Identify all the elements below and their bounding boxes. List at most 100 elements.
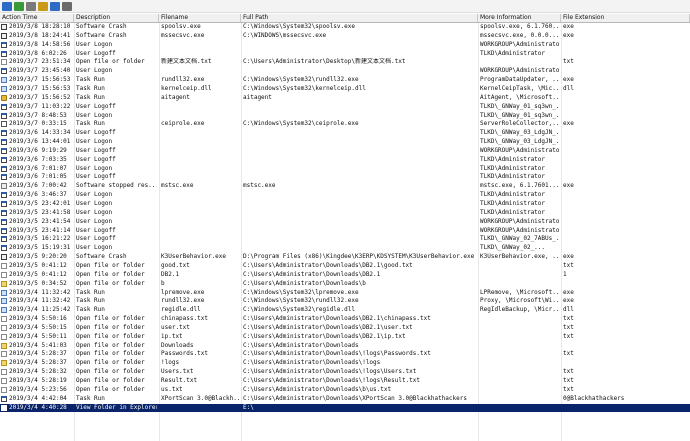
- cell-ext: [563, 67, 688, 75]
- table-row[interactable]: 2019/3/4 11:32:42 Task Run lpremove.exe C:\…: [0, 289, 690, 297]
- table-row-selected[interactable]: 2019/3/4 4:40:28 View Folder in Explorer E…: [0, 403, 690, 412]
- table-row[interactable]: 2019/3/5 23:41:14 User Logoff WORKGROUP\Ad…: [0, 227, 690, 235]
- cell-ext: [563, 244, 688, 252]
- table-row[interactable]: 2019/3/5 15:19:31 User Logon TLKD\_GNWay_0…: [0, 244, 690, 252]
- exit-icon[interactable]: [62, 1, 72, 11]
- cell-path: [243, 147, 476, 155]
- table-row[interactable]: 2019/3/6 13:44:01 User Logon TLKD\_GNWay_0…: [0, 138, 690, 146]
- app-icon: [1, 68, 7, 75]
- cell-file: [161, 67, 239, 75]
- cell-desc: User Logon: [76, 200, 113, 207]
- table-row[interactable]: 2019/3/5 9:20:20 Software Crash K3UserBeha…: [0, 253, 690, 261]
- cell-time: 2019/3/4 11:25:42: [9, 306, 71, 314]
- cell-time: 2019/3/8 6:02:26: [9, 49, 67, 57]
- table-row[interactable]: 2019/3/4 11:25:42 Task Run regidle.dll C:\W…: [0, 306, 690, 314]
- table-row[interactable]: 2019/3/6 7:03:35 User Logoff TLKD\Administ…: [0, 156, 690, 164]
- cell-file: [161, 218, 239, 226]
- table-row[interactable]: 2019/3/4 5:50:15 Open file or folder user.…: [0, 324, 690, 332]
- column-header-file[interactable]: Filename: [159, 14, 241, 22]
- column-header-desc[interactable]: Description: [74, 14, 159, 22]
- table-row[interactable]: 2019/3/6 7:01:05 User Logoff TLKD\Administ…: [0, 173, 690, 181]
- table-row[interactable]: 2019/3/4 5:50:11 Open file or folder ip.tx…: [0, 333, 690, 341]
- table-row[interactable]: 2019/3/8 14:58:56 User Logon WORKGROUP\Adm…: [0, 41, 690, 49]
- cell-path: C:\Windows\System32\kernelceip.dll: [243, 84, 366, 92]
- table-row[interactable]: 2019/3/5 23:41:54 User Logon WORKGROUP\Adm…: [0, 218, 690, 226]
- cell-time: 2019/3/8 18:28:10: [9, 23, 71, 30]
- table-row[interactable]: 2019/3/7 15:56:53 Task Run rundll32.exe C:\…: [0, 76, 690, 84]
- column-header-path[interactable]: Full Path: [241, 14, 478, 22]
- table-row[interactable]: 2019/3/6 3:46:37 User Logon TLKD\Administr…: [0, 191, 690, 199]
- table-row[interactable]: 2019/3/5 23:42:01 User Logon TLKD\Administ…: [0, 200, 690, 208]
- table-row[interactable]: 2019/3/4 5:28:32 Open file or folder Users…: [0, 368, 690, 376]
- cell-info: [480, 333, 559, 341]
- cell-path: [243, 173, 476, 181]
- cell-ext: 0@Blackhathackers: [563, 394, 625, 402]
- table-row[interactable]: 2019/3/7 23:51:34 Open file or folder 新建文本…: [0, 58, 690, 66]
- refresh-icon[interactable]: [14, 1, 24, 11]
- table-row[interactable]: 2019/3/4 5:28:37 Open file or folder !logs…: [0, 359, 690, 367]
- table-row[interactable]: 2019/3/7 15:56:53 Task Run kernelceip.dll C…: [0, 85, 690, 93]
- table-row[interactable]: 2019/3/5 0:41:12 Open file or folder good.…: [0, 262, 690, 270]
- table-row[interactable]: 2019/3/4 5:50:16 Open file or folder china…: [0, 315, 690, 323]
- cell-time: 2019/3/5 15:19:31: [9, 244, 71, 252]
- table-row[interactable]: 2019/3/7 11:03:22 User Logoff TLKD\_GNWay_…: [0, 103, 690, 111]
- cell-file: XPortScan 3.0@Blackh...: [161, 394, 239, 402]
- cell-info: [480, 271, 559, 279]
- table-row[interactable]: 2019/3/6 9:19:29 User Logoff WORKGROUP\Adm…: [0, 147, 690, 155]
- table-row[interactable]: 2019/3/4 11:32:42 Task Run rundll32.exe C:\…: [0, 297, 690, 305]
- cell-time: 2019/3/5 23:42:01: [9, 200, 71, 207]
- cell-desc: Open file or folder: [76, 279, 145, 287]
- log-table[interactable]: 2019/3/8 18:28:10 Software Crash spoolsv.e…: [0, 23, 690, 441]
- cell-desc: User Logoff: [76, 235, 116, 243]
- cell-ext: [563, 191, 688, 199]
- table-row[interactable]: 2019/3/7 8:48:53 User Logon TLKD\_GNWay_01…: [0, 112, 690, 120]
- table-row[interactable]: 2019/3/4 5:41:03 Open file or folder Downl…: [0, 342, 690, 350]
- table-row[interactable]: 2019/3/7 23:45:40 User Logon WORKGROUP\Adm…: [0, 67, 690, 75]
- cell-desc: Open file or folder: [76, 341, 145, 349]
- table-row[interactable]: 2019/3/5 16:21:22 User Logoff TLKD\_GNWay_…: [0, 235, 690, 243]
- save-icon[interactable]: [2, 1, 12, 11]
- copy-icon[interactable]: [26, 1, 36, 11]
- cell-desc: User Logon: [76, 111, 113, 119]
- table-row[interactable]: 2019/3/6 7:01:07 User Logon TLKD\Administr…: [0, 165, 690, 173]
- cell-ext: [563, 227, 688, 235]
- cell-path: [243, 103, 476, 111]
- app-icon: [1, 147, 7, 154]
- table-row[interactable]: 2019/3/8 18:24:41 Software Crash mssecsvc.…: [0, 32, 690, 40]
- cell-ext: [563, 129, 688, 137]
- table-row[interactable]: 2019/3/6 7:00:42 Software stopped res... m…: [0, 182, 690, 190]
- cell-time: 2019/3/6 7:00:42: [9, 182, 67, 190]
- cell-path: C:\Windows\System32\lpremove.exe: [243, 288, 359, 296]
- cell-path: [243, 156, 476, 164]
- table-row[interactable]: 2019/3/4 5:28:37 Open file or folder Passw…: [0, 350, 690, 358]
- lock-icon: [1, 94, 7, 101]
- cell-time: 2019/3/4 5:50:15: [9, 323, 67, 331]
- cell-file: chinapass.txt: [161, 315, 208, 323]
- column-header-info[interactable]: More Information: [478, 14, 561, 22]
- table-row[interactable]: 2019/3/4 5:28:19 Open file or folder Resul…: [0, 377, 690, 385]
- cell-desc: Open file or folder: [76, 270, 145, 278]
- cell-info: Proxy, \Microsoft\Wi...: [480, 297, 559, 305]
- cell-ext: [563, 404, 688, 412]
- properties-icon[interactable]: [38, 1, 48, 11]
- table-row[interactable]: 2019/3/5 0:41:12 Open file or folder DB2.1…: [0, 271, 690, 279]
- table-row[interactable]: 2019/3/5 23:41:58 User Logon TLKD\Administ…: [0, 209, 690, 217]
- table-row[interactable]: 2019/3/8 18:28:10 Software Crash spoolsv.e…: [0, 23, 690, 31]
- find-icon[interactable]: [50, 1, 60, 11]
- column-header-time[interactable]: Action Time: [0, 14, 74, 22]
- cell-path: [243, 67, 476, 75]
- table-row[interactable]: 2019/3/5 0:34:52 Open file or folder b C:\U…: [0, 280, 690, 288]
- table-row[interactable]: 2019/3/7 15:56:52 Task Run aitagent aitagen…: [0, 94, 690, 102]
- cell-ext: [563, 218, 688, 226]
- table-row[interactable]: 2019/3/7 0:33:15 Task Run ceiprole.exe C:\W…: [0, 120, 690, 128]
- cell-info: [480, 368, 559, 376]
- cell-desc: User Logoff: [76, 146, 116, 154]
- table-row[interactable]: 2019/3/8 6:02:26 User Logoff TLKD\Administ…: [0, 50, 690, 58]
- cell-time: 2019/3/6 7:03:35: [9, 155, 67, 163]
- cell-desc: Open file or folder: [76, 385, 145, 393]
- cell-info: TLKD\Administrator: [480, 155, 546, 163]
- table-row[interactable]: 2019/3/6 14:33:34 User Logoff TLKD\_GNWay_…: [0, 129, 690, 137]
- table-row[interactable]: 2019/3/4 4:42:04 Task Run XPortScan 3.0@Bl…: [0, 395, 690, 403]
- column-header-ext[interactable]: File Extension: [561, 14, 690, 22]
- table-row[interactable]: 2019/3/4 5:23:56 Open file or folder us.tx…: [0, 386, 690, 394]
